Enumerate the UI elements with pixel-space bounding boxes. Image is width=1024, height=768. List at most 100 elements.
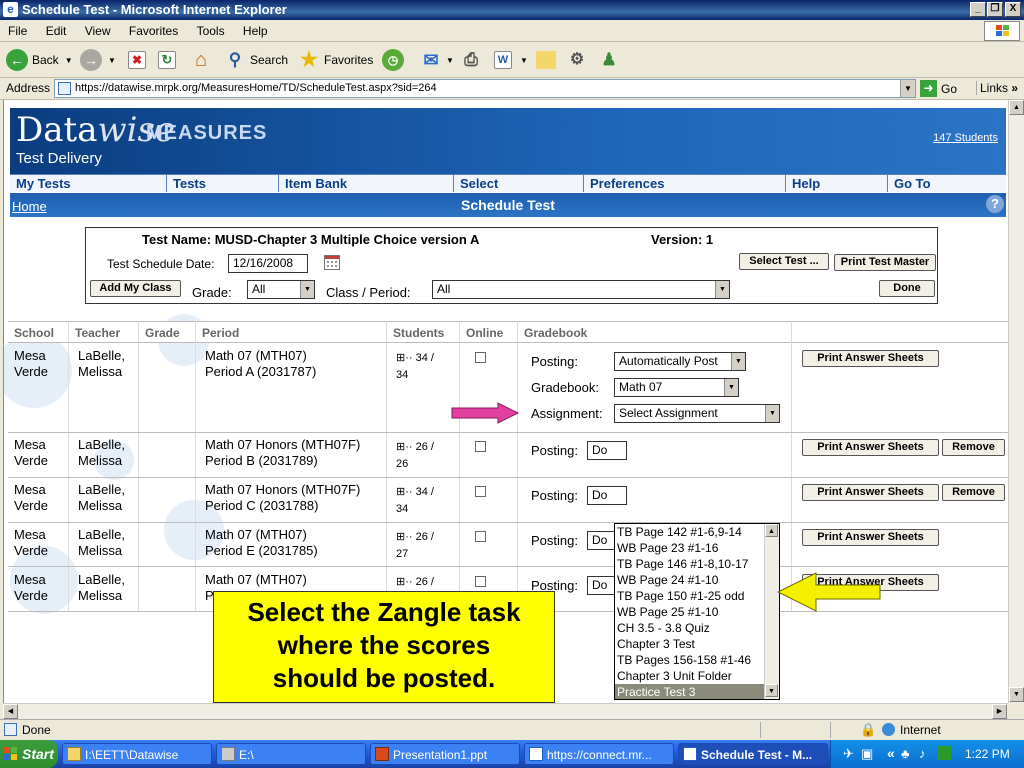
task-connect-browser[interactable]: https://connect.mr... <box>524 743 674 765</box>
history-button[interactable]: ◷ <box>382 48 408 72</box>
assignment-option[interactable]: TB Page 142 #1-6,9-14 <box>615 524 765 540</box>
menu-edit[interactable]: Edit <box>38 20 74 38</box>
close-button[interactable]: X <box>1005 2 1021 17</box>
volume-icon[interactable]: ♪ <box>919 746 926 761</box>
research-button[interactable]: ⚙ <box>566 48 592 72</box>
help-icon[interactable]: ? <box>986 195 1004 213</box>
assignment-select[interactable]: Select Assignment ▼ <box>614 404 780 423</box>
print-answer-sheets-button[interactable]: Print Answer Sheets <box>802 350 939 367</box>
nav-item-bank[interactable]: Item Bank <box>279 175 454 192</box>
posting-select[interactable]: Do <box>587 441 627 460</box>
horizontal-scrollbar[interactable]: ◀ ▶ <box>3 703 1008 719</box>
home-link[interactable]: Home <box>12 199 47 214</box>
students-cell[interactable]: ⊞·· 26 / <box>390 574 434 591</box>
online-checkbox[interactable] <box>475 486 486 497</box>
print-button[interactable]: ⎙ <box>460 48 486 72</box>
online-checkbox[interactable] <box>475 441 486 452</box>
address-dropdown-icon[interactable]: ▼ <box>900 80 915 97</box>
back-button[interactable]: ← Back ▼ <box>6 48 73 72</box>
status-app-icon[interactable] <box>937 746 951 760</box>
start-button[interactable]: Start <box>0 740 58 768</box>
students-cell[interactable]: ⊞·· 34 /34 <box>390 484 434 518</box>
posting-select[interactable]: Do <box>587 486 627 505</box>
network-icon[interactable]: ✈ <box>843 746 854 762</box>
scroll-up-icon[interactable]: ▲ <box>765 524 778 537</box>
online-checkbox[interactable] <box>475 576 486 587</box>
nav-tests[interactable]: Tests <box>167 175 279 192</box>
task-drive-e[interactable]: E:\ <box>216 743 366 765</box>
online-checkbox[interactable] <box>475 531 486 542</box>
schedule-date-input[interactable]: 12/16/2008 <box>228 254 308 273</box>
print-answer-sheets-button[interactable]: Print Answer Sheets <box>802 439 939 456</box>
remove-button[interactable]: Remove <box>942 439 1005 456</box>
assignment-option[interactable]: TB Page 150 #1-25 odd <box>615 588 765 604</box>
forward-button[interactable]: → ▼ <box>80 48 116 72</box>
notes-button[interactable] <box>536 48 560 72</box>
print-test-master-button[interactable]: Print Test Master <box>834 254 936 271</box>
scroll-up-icon[interactable]: ▲ <box>1009 100 1024 115</box>
select-test-button[interactable]: Select Test ... <box>739 253 829 270</box>
nav-preferences[interactable]: Preferences <box>584 175 786 192</box>
assignment-dropdown-list[interactable]: TB Page 142 #1-6,9-14 WB Page 23 #1-16 T… <box>614 523 780 700</box>
nav-select[interactable]: Select <box>454 175 584 192</box>
assignment-option[interactable]: WB Page 25 #1-10 <box>615 604 765 620</box>
assignment-option[interactable]: CH 3.5 - 3.8 Quiz <box>615 620 765 636</box>
assignment-option[interactable]: TB Page 146 #1-8,10-17 <box>615 556 765 572</box>
edit-button[interactable]: W ▼ <box>494 48 528 72</box>
add-my-class-button[interactable]: Add My Class <box>90 280 181 297</box>
task-powerpoint[interactable]: Presentation1.ppt <box>370 743 520 765</box>
menu-file[interactable]: File <box>0 20 34 38</box>
tray-app-icon[interactable]: ♣ <box>901 746 910 761</box>
assignment-option[interactable]: WB Page 24 #1-10 <box>615 572 765 588</box>
start-label: Start <box>22 746 54 762</box>
students-count-link[interactable]: 147 Students <box>933 132 998 144</box>
students-cell[interactable]: ⊞·· 26 /26 <box>390 439 434 473</box>
menu-help[interactable]: Help <box>235 20 275 38</box>
grade-select[interactable]: All ▼ <box>247 280 315 299</box>
home-button[interactable]: ⌂ <box>190 48 216 72</box>
scroll-left-icon[interactable]: ◀ <box>3 704 18 719</box>
search-button[interactable]: ⚲ Search <box>224 48 288 72</box>
assignment-option[interactable]: TB Pages 156-158 #1-46 <box>615 652 765 668</box>
links-button[interactable]: Links » <box>976 81 1018 95</box>
monitor-icon[interactable]: ▣ <box>861 746 873 762</box>
remove-button[interactable]: Remove <box>942 484 1005 501</box>
online-checkbox[interactable] <box>475 352 486 363</box>
assignment-option[interactable]: WB Page 23 #1-16 <box>615 540 765 556</box>
print-answer-sheets-button[interactable]: Print Answer Sheets <box>802 484 939 501</box>
nav-help[interactable]: Help <box>786 175 888 192</box>
favorites-button[interactable]: ★ Favorites <box>298 48 373 72</box>
address-input[interactable]: https://datawise.mrpk.org/MeasuresHome/T… <box>54 79 916 98</box>
messenger-button[interactable]: ♟ <box>598 48 624 72</box>
assignment-option[interactable]: Chapter 3 Test <box>615 636 765 652</box>
chevron-left-icon[interactable]: « <box>887 745 895 761</box>
maximize-button[interactable]: ❐ <box>987 2 1003 17</box>
posting-select[interactable]: Automatically Post ▼ <box>614 352 746 371</box>
assignment-option[interactable]: Chapter 3 Unit Folder <box>615 668 765 684</box>
menu-favorites[interactable]: Favorites <box>121 20 185 38</box>
stop-button[interactable]: ✖ <box>128 48 150 72</box>
scroll-down-icon[interactable]: ▼ <box>1009 687 1024 702</box>
minimize-button[interactable]: _ <box>970 2 986 17</box>
scroll-down-icon[interactable]: ▼ <box>765 684 778 697</box>
nav-go-to[interactable]: Go To <box>888 175 1006 192</box>
gradebook-select[interactable]: Math 07 ▼ <box>614 378 739 397</box>
calendar-icon[interactable] <box>324 255 340 270</box>
menu-tools[interactable]: Tools <box>189 20 232 38</box>
students-cell[interactable]: ⊞·· 34 /34 <box>390 350 434 384</box>
window-title-bar[interactable]: e Schedule Test - Microsoft Internet Exp… <box>0 0 1024 20</box>
students-cell[interactable]: ⊞·· 26 /27 <box>390 529 434 563</box>
menu-view[interactable]: View <box>77 20 118 38</box>
refresh-button[interactable]: ↻ <box>158 48 180 72</box>
scroll-right-icon[interactable]: ▶ <box>992 704 1007 719</box>
task-folder-datawise[interactable]: I:\EETT\Datawise <box>62 743 212 765</box>
vertical-scrollbar[interactable]: ▲ ▼ <box>1008 100 1024 703</box>
done-button[interactable]: Done <box>879 280 935 297</box>
print-answer-sheets-button[interactable]: Print Answer Sheets <box>802 529 939 546</box>
go-button[interactable]: ➜ Go <box>920 80 957 97</box>
task-schedule-test[interactable]: Schedule Test - M... <box>678 743 828 765</box>
period-select[interactable]: All ▼ <box>432 280 730 299</box>
nav-my-tests[interactable]: My Tests <box>10 175 167 192</box>
mail-button[interactable]: ✉ ▼ <box>420 48 453 72</box>
assignment-option-highlighted[interactable]: Practice Test 3 <box>615 684 765 699</box>
